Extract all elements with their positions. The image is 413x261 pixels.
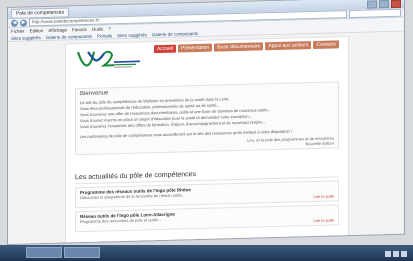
favorite-link[interactable]: Sites suggérés bbox=[117, 32, 147, 38]
taskbar-button[interactable] bbox=[64, 247, 100, 258]
nav-item-accueil[interactable]: Accueil bbox=[154, 44, 177, 54]
menu-item[interactable]: ? bbox=[108, 26, 111, 31]
nav-item-base-documentaire[interactable]: Base documentaire bbox=[214, 42, 264, 52]
tray-icon[interactable] bbox=[401, 251, 407, 257]
main-navigation: Accueil Présentation Base documentaire A… bbox=[154, 40, 340, 54]
news-item: Programme des réseaux outils de l'Ingo p… bbox=[75, 180, 339, 209]
menu-item[interactable]: Edition bbox=[30, 28, 44, 33]
menu-item[interactable]: Favoris bbox=[72, 27, 87, 32]
taskbar bbox=[0, 245, 413, 261]
nav-item-contacts[interactable]: Contacts bbox=[313, 40, 340, 50]
tray-icon[interactable] bbox=[393, 251, 399, 257]
screenshot-background: Pole de competences ◀ ▶ http://www.poled… bbox=[0, 0, 413, 261]
browser-window: Pole de competences ◀ ▶ http://www.poled… bbox=[8, 0, 404, 245]
nav-item-presentation[interactable]: Présentation bbox=[178, 43, 213, 53]
site-container: Accueil Présentation Base documentaire A… bbox=[66, 37, 348, 243]
window-controls bbox=[367, 0, 401, 9]
forward-button[interactable]: ▶ bbox=[20, 19, 27, 27]
favorite-link[interactable]: Galerie de composants bbox=[46, 33, 92, 39]
news-item: Réseau outils de l'Ingo pôle Loire-Allac… bbox=[75, 204, 339, 233]
maximize-button[interactable] bbox=[379, 0, 389, 8]
site-logo bbox=[76, 50, 140, 68]
news-section: Les actualités du pôle de compétences Pr… bbox=[75, 165, 339, 233]
intro-box: Bienvenue Le site du pôle de compétences… bbox=[75, 81, 339, 156]
page-viewport: Accueil Présentation Base documentaire A… bbox=[8, 31, 404, 245]
nav-item-appui[interactable]: Appui aux acteurs bbox=[265, 41, 312, 51]
favorite-link[interactable]: Galerie de composants bbox=[152, 31, 198, 37]
close-button[interactable] bbox=[391, 0, 401, 8]
tray-icon[interactable] bbox=[385, 251, 391, 257]
back-button[interactable]: ◀ bbox=[11, 19, 18, 27]
menu-item[interactable]: Affichage bbox=[48, 27, 67, 32]
favorite-link[interactable]: Sites suggérés bbox=[11, 35, 41, 41]
minimize-button[interactable] bbox=[367, 0, 377, 9]
menu-item[interactable]: Outils bbox=[92, 27, 104, 32]
menu-item[interactable]: Fichier bbox=[11, 29, 25, 34]
system-tray bbox=[385, 251, 407, 257]
search-input[interactable] bbox=[349, 8, 401, 19]
taskbar-button[interactable] bbox=[26, 247, 62, 258]
favorite-link[interactable]: Portails bbox=[97, 33, 112, 38]
